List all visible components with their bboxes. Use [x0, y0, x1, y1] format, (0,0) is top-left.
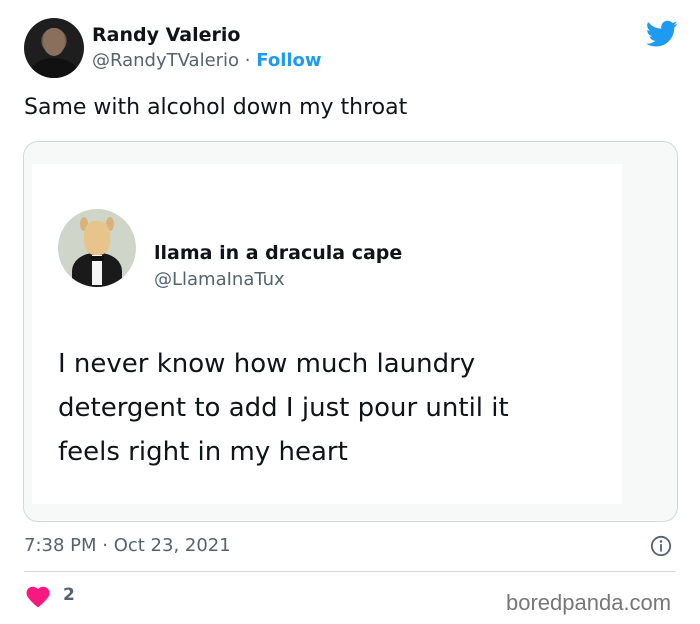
- handle-separator: ·: [244, 50, 251, 71]
- author-handle-row: @RandyTValerio · Follow: [92, 50, 322, 71]
- divider: [24, 571, 676, 572]
- watermark: boredpanda.com: [506, 590, 672, 615]
- info-icon[interactable]: [650, 535, 672, 557]
- like-count: 2: [63, 585, 75, 605]
- author-handle[interactable]: @RandyTValerio: [92, 50, 239, 71]
- quoted-tweet-panel: llama in a dracula cape @LlamaInaTux I n…: [32, 164, 622, 504]
- quoted-author-name: llama in a dracula cape: [154, 242, 403, 264]
- heart-icon[interactable]: [26, 586, 50, 608]
- avatar-body: [30, 58, 78, 78]
- quoted-tweet-image[interactable]: llama in a dracula cape @LlamaInaTux I n…: [23, 141, 678, 522]
- twitter-bird-icon[interactable]: [646, 20, 678, 48]
- tweet-card: Randy Valerio @RandyTValerio · Follow Sa…: [0, 0, 700, 624]
- author-avatar[interactable]: [24, 18, 84, 78]
- quoted-tweet-text: I never know how much laundry detergent …: [58, 349, 509, 467]
- quoted-author-handle: @LlamaInaTux: [154, 269, 285, 290]
- author-name[interactable]: Randy Valerio: [92, 24, 240, 46]
- follow-button[interactable]: Follow: [256, 50, 321, 71]
- tweet-timestamp[interactable]: 7:38 PM · Oct 23, 2021: [24, 535, 231, 556]
- tweet-text: Same with alcohol down my throat: [24, 95, 408, 120]
- quoted-author-avatar: [58, 209, 136, 287]
- llama-head: [84, 221, 110, 255]
- avatar-face: [43, 28, 65, 56]
- llama-bowtie: [90, 256, 104, 261]
